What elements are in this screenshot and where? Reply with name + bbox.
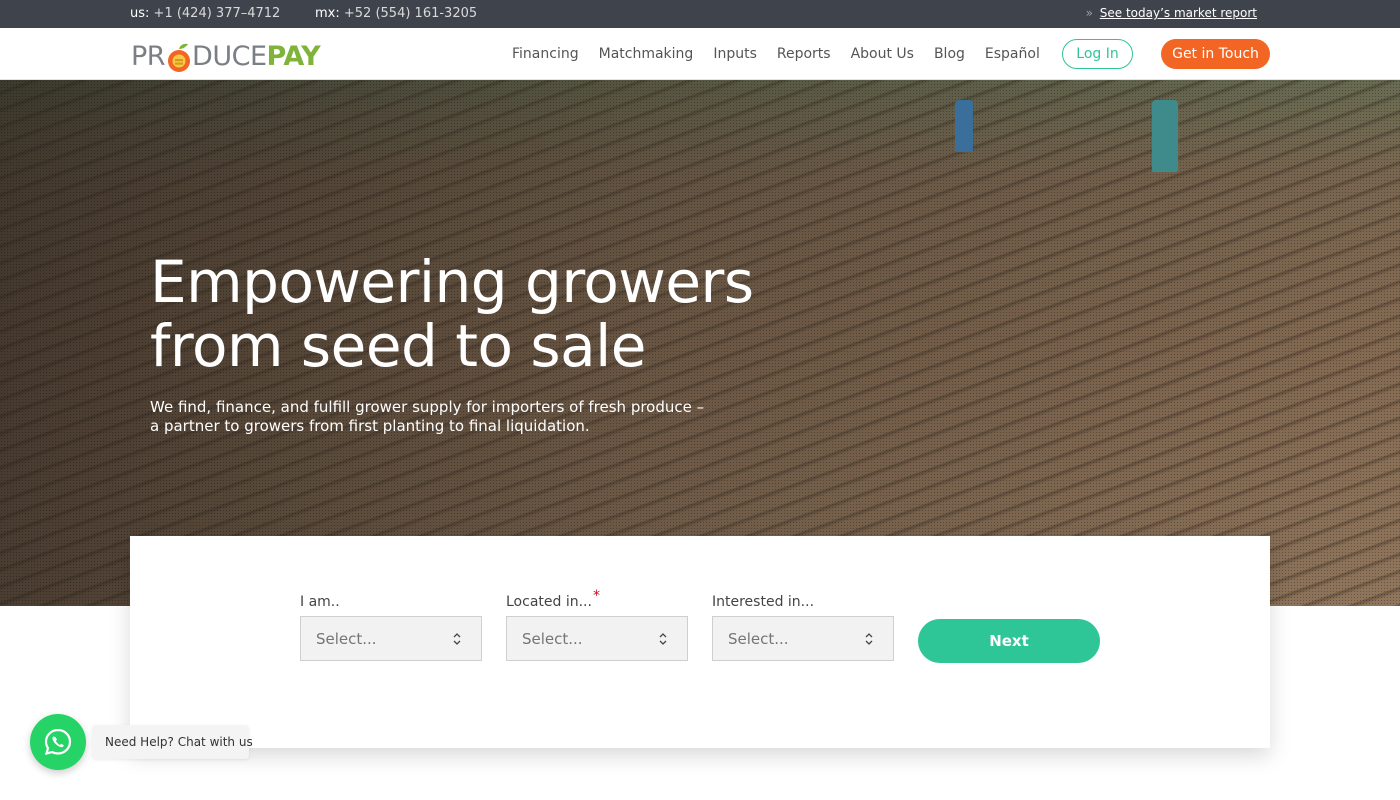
chat-help-label[interactable]: Need Help? Chat with us	[92, 725, 253, 759]
field-worker-figure	[1152, 100, 1178, 172]
i-am-select[interactable]: Select...	[300, 616, 482, 661]
next-button[interactable]: Next	[918, 619, 1100, 663]
login-button[interactable]: Log In	[1062, 39, 1133, 69]
us-phone-number[interactable]: +1 (424) 377–4712	[154, 6, 281, 21]
bullet-icon: »	[1085, 6, 1093, 20]
hero-subtitle: We find, finance, and fulfill grower sup…	[150, 398, 705, 435]
field-worker-figure	[955, 100, 973, 152]
located-in-field: Located in...* Select...	[506, 588, 688, 661]
hero-title: Empowering growers from seed to sale	[150, 250, 850, 378]
nav-blog[interactable]: Blog	[934, 46, 965, 62]
select-arrows-icon	[659, 633, 667, 645]
interested-in-label: Interested in...	[712, 594, 815, 610]
us-phone-label: us:	[130, 6, 150, 21]
nav-about-us[interactable]: About Us	[851, 46, 914, 62]
i-am-field: I am.. Select...	[300, 594, 482, 661]
nav-espanol[interactable]: Español	[985, 46, 1040, 62]
located-in-select[interactable]: Select...	[506, 616, 688, 661]
nav-links: Financing Matchmaking Inputs Reports Abo…	[512, 28, 1060, 80]
logo-text-duce: DUCE	[192, 41, 267, 72]
located-in-label: Located in...*	[506, 588, 600, 610]
us-phone[interactable]: us: +1 (424) 377–4712	[130, 6, 280, 21]
producepay-logo[interactable]: PR DUCE PAY	[131, 35, 321, 73]
nav-financing[interactable]: Financing	[512, 46, 579, 62]
whatsapp-chat-button[interactable]	[30, 714, 86, 770]
select-arrows-icon	[865, 633, 873, 645]
mx-phone[interactable]: mx: +52 (554) 161-3205	[315, 6, 477, 21]
hero-section: Empowering growers from seed to sale We …	[0, 80, 1400, 606]
i-am-label: I am..	[300, 594, 340, 610]
mx-phone-number[interactable]: +52 (554) 161-3205	[344, 6, 477, 21]
top-bar: us: +1 (424) 377–4712 mx: +52 (554) 161-…	[0, 0, 1400, 28]
fruit-coin-icon	[166, 43, 192, 73]
interested-in-placeholder: Select...	[728, 629, 789, 648]
logo-text-pr: PR	[131, 41, 166, 72]
logo-text-pay: PAY	[266, 41, 321, 72]
interested-in-field: Interested in... Select...	[712, 594, 894, 661]
located-in-placeholder: Select...	[522, 629, 583, 648]
interested-in-select[interactable]: Select...	[712, 616, 894, 661]
whatsapp-icon	[44, 728, 72, 756]
nav-inputs[interactable]: Inputs	[713, 46, 757, 62]
lead-form-card: I am.. Select... Located in...* Select..…	[130, 536, 1270, 748]
required-asterisk: *	[592, 588, 600, 604]
hero-title-line-1: Empowering growers	[150, 248, 754, 316]
nav-reports[interactable]: Reports	[777, 46, 831, 62]
hero-title-line-2: from seed to sale	[150, 312, 646, 380]
nav-matchmaking[interactable]: Matchmaking	[599, 46, 694, 62]
get-in-touch-button[interactable]: Get in Touch	[1161, 39, 1270, 69]
select-arrows-icon	[453, 633, 461, 645]
market-report: » See today’s market report	[1086, 6, 1257, 20]
mx-phone-label: mx:	[315, 6, 340, 21]
i-am-placeholder: Select...	[316, 629, 377, 648]
main-navbar: PR DUCE PAY Financing Matchmaking Inputs…	[0, 28, 1400, 80]
market-report-link[interactable]: See today’s market report	[1100, 6, 1257, 20]
